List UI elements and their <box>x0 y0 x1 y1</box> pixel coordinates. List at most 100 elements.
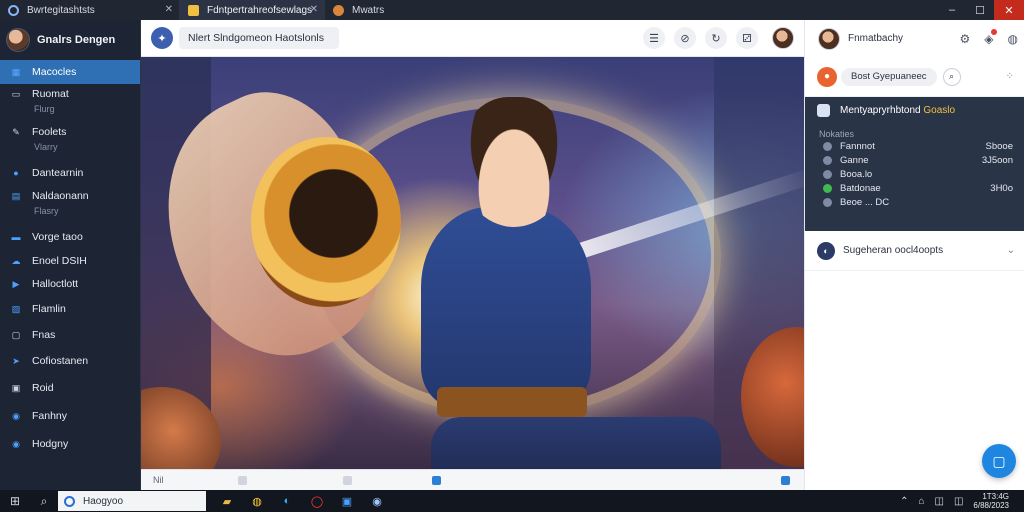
refresh-icon[interactable]: ↻ <box>705 27 727 49</box>
opera-icon[interactable]: ◯ <box>302 490 332 512</box>
collapsible-section[interactable]: ◐ Sugeheran oocl4oopts ⌄ <box>805 231 1024 271</box>
right-panel: Fnmatbachy ⚙ ◈ ◍ ● Bost Gyepuaneec ⌕ ⁘ M… <box>804 20 1024 490</box>
sidebar-item[interactable]: ◉ Fanhny <box>0 402 140 430</box>
chrome-icon[interactable]: ◍ <box>242 490 272 512</box>
sidebar-item[interactable]: ✎ Foolets <box>0 122 140 142</box>
sidebar-item[interactable]: ● Dantearnin <box>0 160 140 186</box>
sidebar-item[interactable]: ▦ Macocles <box>0 60 140 84</box>
filter-pill[interactable]: Bost Gyepuaneec <box>841 67 937 86</box>
search-input[interactable]: Nlert Slndgomeon Haotslonls <box>179 27 339 49</box>
card-row[interactable]: Ganne 3J5oon <box>805 153 1024 167</box>
sidebar-item[interactable]: ▤ Naldaonann <box>0 186 140 206</box>
tab-favicon-icon <box>333 4 344 16</box>
tab-close-icon[interactable]: ✕ <box>310 4 318 15</box>
sidebar-item-label: Foolets <box>32 126 67 138</box>
taskbar-search-input[interactable]: Haogyoo <box>58 491 206 511</box>
status-strip: Nil <box>141 469 804 490</box>
sidebar-nav: ▦ Macocles ▭ Ruomat Flurg ✎ Foolets Vlarry ● Dant… <box>0 60 140 458</box>
avatar[interactable] <box>818 27 840 50</box>
sidebar-item-label: Dantearnin <box>32 167 84 179</box>
globe-icon: ◉ <box>12 410 20 421</box>
fire-icon[interactable]: ● <box>817 66 837 87</box>
sidebar-subitem[interactable]: Flasry <box>0 206 140 224</box>
browser-tab-1[interactable]: Bwrtegitashtsts ✕ <box>0 0 180 20</box>
sidebar-item[interactable]: ◉ Hodgny <box>0 430 140 458</box>
card-title-row: Mentyapryrhbtond Goaslo <box>805 97 1024 124</box>
sidebar-item[interactable]: ➤ Cofiostanen <box>0 348 140 374</box>
card-row[interactable]: Batdonae 3H0o <box>805 181 1024 195</box>
chevron-down-icon[interactable]: ⌄ <box>1007 245 1015 256</box>
status-icon[interactable] <box>780 475 790 485</box>
search-icon[interactable]: ⌕ <box>942 67 961 86</box>
start-button[interactable]: ⊞ <box>0 494 30 508</box>
card-title: Mentyapryrhbtond Goaslo <box>840 105 956 116</box>
top-bar: ✦ Nlert Slndgomeon Haotslonls ☰ ⊘ ↻ ⚂ <box>141 20 804 57</box>
store-icon[interactable]: ▣ <box>332 490 362 512</box>
section-label: Sugeheran oocl4oopts <box>843 245 944 256</box>
user-icon[interactable]: ◍ <box>1008 32 1018 46</box>
card-row[interactable]: Fannnot Sbooe <box>805 139 1024 153</box>
brand-name: Gnalrs Dengen <box>37 34 116 46</box>
card-row-value: 3J5oon <box>981 154 1013 166</box>
card-row[interactable]: Beoe ... DC <box>805 195 1024 209</box>
clock-date: 6/88/2023 <box>973 501 1009 510</box>
status-dot-icon <box>823 169 832 179</box>
status-icon[interactable] <box>237 475 247 485</box>
sidebar-item[interactable]: ▬ Vorge taoo <box>0 224 140 250</box>
expand-icon[interactable]: ⁘ <box>1006 71 1014 82</box>
sidebar-item[interactable]: ▨ Flamlin <box>0 296 140 322</box>
browser-tab-3[interactable]: Mwatrs <box>325 0 425 20</box>
sidebar-item[interactable]: ▭ Ruomat <box>0 84 140 104</box>
edge-icon[interactable]: ◐ <box>272 490 302 512</box>
card-section-label: Nokaties <box>819 129 855 139</box>
sidebar-item-label: Fanhny <box>32 410 68 422</box>
shield-icon[interactable]: ◈ <box>984 28 997 46</box>
filter-row: ● Bost Gyepuaneec ⌕ ⁘ <box>805 57 1024 97</box>
tab-label: Bwrtegitashtsts <box>27 4 95 16</box>
notification-badge <box>990 28 997 35</box>
tray-up-icon[interactable]: ⌃ <box>900 496 908 507</box>
clock[interactable]: 1T3:4G 6/88/2023 <box>968 492 1014 510</box>
layers-icon[interactable]: ☰ <box>643 27 665 49</box>
search-icon[interactable]: ⌕ <box>30 494 58 509</box>
minimize-button[interactable]: – <box>938 0 966 20</box>
sidebar-subitem[interactable]: Flurg <box>0 104 140 122</box>
maximize-button[interactable]: ☐ <box>966 0 994 20</box>
status-dot-icon <box>823 183 832 193</box>
send-icon: ➤ <box>12 355 20 366</box>
gift-icon[interactable]: ⚂ <box>736 27 758 49</box>
tray-window2-icon[interactable]: ◫ <box>954 496 963 507</box>
sidebar-item[interactable]: ▢ Fnas <box>0 322 140 348</box>
avatar[interactable] <box>772 27 794 49</box>
tray-home-icon[interactable]: ⌂ <box>918 496 924 507</box>
settings-icon[interactable]: ⚙ <box>960 32 971 46</box>
sidebar-item-label: Flamlin <box>32 303 66 315</box>
file-icon: ▢ <box>11 329 21 340</box>
play-icon: ▶ <box>12 278 20 289</box>
sidebar-item[interactable]: ▶ Halloctlott <box>0 272 140 296</box>
dashboard-icon: ▦ <box>11 66 21 77</box>
chat-icon[interactable]: ◉ <box>362 490 392 512</box>
sidebar-item[interactable]: ▣ Roid <box>0 374 140 402</box>
card-row-label: Batdonae <box>840 182 881 194</box>
chat-fab-button[interactable]: ▢ <box>982 444 1016 478</box>
folder-icon: ▬ <box>11 232 21 242</box>
brand[interactable]: Gnalrs Dengen <box>0 20 140 60</box>
browser-tab-2[interactable]: Fdntpertrahreofsewlags ✕ <box>180 0 325 20</box>
sidebar-subitem[interactable]: Vlarry <box>0 142 140 160</box>
tab-close-icon[interactable]: ✕ <box>165 4 173 15</box>
sidebar-item-label: Enoel DSIH <box>32 255 87 267</box>
tray-window-icon[interactable]: ◫ <box>935 496 944 507</box>
logo-icon[interactable]: ✦ <box>151 27 173 49</box>
sidebar-item[interactable]: ☁ Enoel DSIH <box>0 250 140 272</box>
close-window-button[interactable]: ✕ <box>994 0 1024 20</box>
shield-icon[interactable]: ⊘ <box>674 27 696 49</box>
card-row[interactable]: Booa.lo <box>805 167 1024 181</box>
status-dot-icon <box>823 155 832 165</box>
status-icon[interactable] <box>342 475 352 485</box>
status-icon[interactable] <box>431 475 441 485</box>
username: Fnmatbachy <box>848 33 904 44</box>
sidebar-item-label: Ruomat <box>32 88 69 100</box>
tab-label: Fdntpertrahreofsewlags <box>207 4 313 16</box>
file-explorer-icon[interactable]: ▰ <box>212 490 242 512</box>
